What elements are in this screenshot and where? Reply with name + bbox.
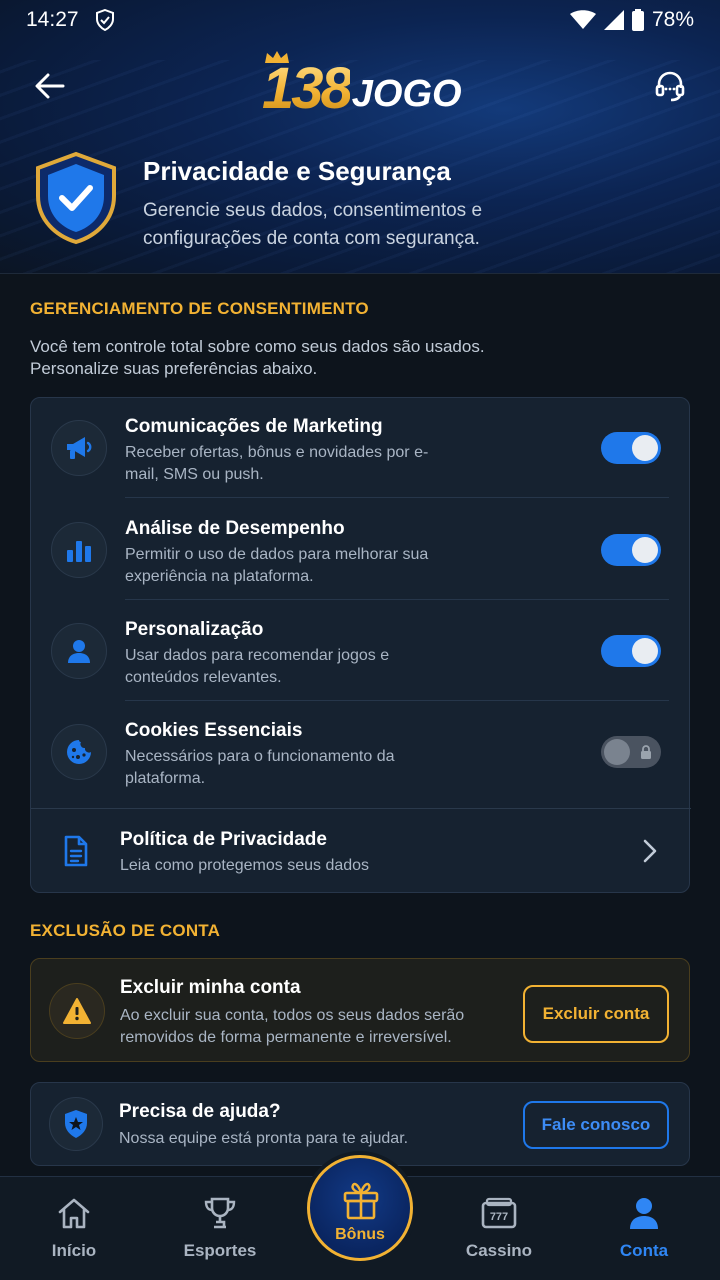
help-icon-wrap (49, 1097, 103, 1151)
bar-chart-icon (67, 541, 91, 562)
personalization-toggle[interactable] (601, 635, 661, 667)
account-icon (630, 1198, 658, 1229)
delete-title: Excluir minha conta (120, 977, 301, 998)
page-title: Privacidade e Segurança (143, 156, 451, 186)
lock-icon (641, 745, 651, 759)
slot-machine-icon: 777 (481, 1197, 517, 1229)
toggle-knob (632, 537, 658, 563)
signal-icon (603, 10, 624, 30)
consent-row-marketing: Comunicações de Marketing Receber oferta… (31, 398, 691, 498)
user-icon (68, 640, 90, 663)
consent-title: Análise de Desempenho (125, 518, 345, 539)
deletion-section-title: EXCLUSÃO DE CONTA (30, 921, 221, 940)
privacy-policy-link[interactable]: Política de Privacidade Leia como proteg… (31, 808, 691, 894)
trophy-icon (204, 1197, 236, 1229)
help-desc: Nossa equipe está pronta para te ajudar. (119, 1130, 409, 1147)
divider (125, 700, 669, 701)
wifi-icon (569, 10, 596, 29)
nav-label: Bônus (335, 1226, 385, 1243)
help-card: Precisa de ajuda? Nossa equipe está pron… (30, 1082, 690, 1166)
status-bar: 14:27 78% (0, 0, 720, 40)
toggle-knob (604, 739, 630, 765)
nav-icon-wrap (626, 1195, 662, 1231)
crown-icon (265, 51, 289, 63)
nav-sports[interactable]: Esportes (160, 1177, 280, 1280)
status-time: 14:27 (26, 8, 79, 31)
gift-icon (343, 1182, 379, 1220)
essential-cookies-toggle (601, 736, 661, 768)
nav-label: Conta (619, 1241, 669, 1260)
toggle-knob (632, 638, 658, 664)
nav-account[interactable]: Conta (584, 1177, 704, 1280)
security-shield-icon (36, 151, 116, 245)
shield-star-icon (65, 1110, 87, 1138)
document-icon (64, 835, 88, 867)
headset-icon (655, 71, 685, 102)
nav-label: Início (51, 1241, 97, 1260)
nav-icon-wrap (202, 1195, 238, 1231)
status-right: 78% (569, 8, 694, 32)
consent-icon-wrap (51, 420, 107, 476)
delete-account-button[interactable]: Excluir conta (523, 985, 669, 1043)
consent-desc: Necessários para o funcionamento da plat… (125, 748, 395, 787)
delete-desc: Ao excluir sua conta, todos os seus dado… (120, 1007, 465, 1046)
policy-desc: Leia como protegemos seus dados (120, 857, 370, 874)
marketing-toggle[interactable] (601, 432, 661, 464)
svg-text:777: 777 (490, 1211, 508, 1223)
consent-row-analytics: Análise de Desempenho Permitir o uso de … (31, 500, 691, 600)
warning-icon (63, 998, 91, 1024)
toggle-knob (632, 435, 658, 461)
consent-title: Comunicações de Marketing (125, 416, 383, 437)
page-subtitle: Gerencie seus dados, consentimentos e co… (143, 200, 483, 249)
nav-bonus-button[interactable]: Bônus (307, 1155, 413, 1261)
arrow-left-icon (35, 73, 65, 99)
brand-logo: 138 JOGO (262, 50, 462, 120)
help-title: Precisa de ajuda? (119, 1101, 281, 1122)
consent-desc: Receber ofertas, bônus e novidades por e… (125, 444, 429, 483)
battery-percent: 78% (651, 8, 694, 31)
megaphone-icon (67, 437, 92, 459)
delete-account-card: Excluir minha conta Ao excluir sua conta… (30, 958, 690, 1062)
consent-card: Comunicações de Marketing Receber oferta… (30, 397, 691, 894)
nav-icon-wrap (56, 1195, 92, 1231)
consent-title: Cookies Essenciais (125, 720, 303, 741)
consent-icon-wrap (51, 522, 107, 578)
home-icon (58, 1198, 90, 1229)
nav-home[interactable]: Início (14, 1177, 134, 1280)
contact-us-button[interactable]: Fale conosco (523, 1101, 669, 1149)
nav-icon-wrap: 777 (481, 1195, 517, 1231)
consent-row-personalization: Personalização Usar dados para recomenda… (31, 601, 691, 701)
header-hero: 14:27 78% 138 JOGO Privacidade e Seguran… (0, 0, 720, 274)
policy-title: Política de Privacidade (120, 829, 327, 850)
nav-label: Cassino (465, 1241, 533, 1260)
top-bar: 138 JOGO (0, 50, 720, 120)
consent-desc: Usar dados para recomendar jogos e conte… (125, 647, 390, 686)
consent-section-title: GERENCIAMENTO DE CONSENTIMENTO (30, 299, 369, 318)
shield-status-icon (95, 9, 114, 31)
back-button[interactable] (28, 64, 72, 108)
nav-casino[interactable]: 777 Cassino (439, 1177, 559, 1280)
consent-row-cookies: Cookies Essenciais Necessários para o fu… (31, 702, 691, 802)
consent-title: Personalização (125, 619, 264, 640)
analytics-toggle[interactable] (601, 534, 661, 566)
cookie-icon (67, 740, 91, 764)
consent-description: Você tem controle total sobre como seus … (30, 337, 485, 378)
consent-icon-wrap (51, 724, 107, 780)
consent-icon-wrap (51, 623, 107, 679)
logo-word: JOGO (351, 73, 462, 115)
divider (125, 497, 669, 498)
nav-label: Esportes (183, 1241, 257, 1260)
support-button[interactable] (648, 64, 692, 108)
logo-number: 138 (262, 56, 353, 121)
divider (125, 599, 669, 600)
warning-icon-wrap (49, 983, 105, 1039)
consent-desc: Permitir o uso de dados para melhorar su… (125, 546, 429, 585)
chevron-right-icon (643, 839, 657, 863)
battery-icon (631, 9, 644, 31)
